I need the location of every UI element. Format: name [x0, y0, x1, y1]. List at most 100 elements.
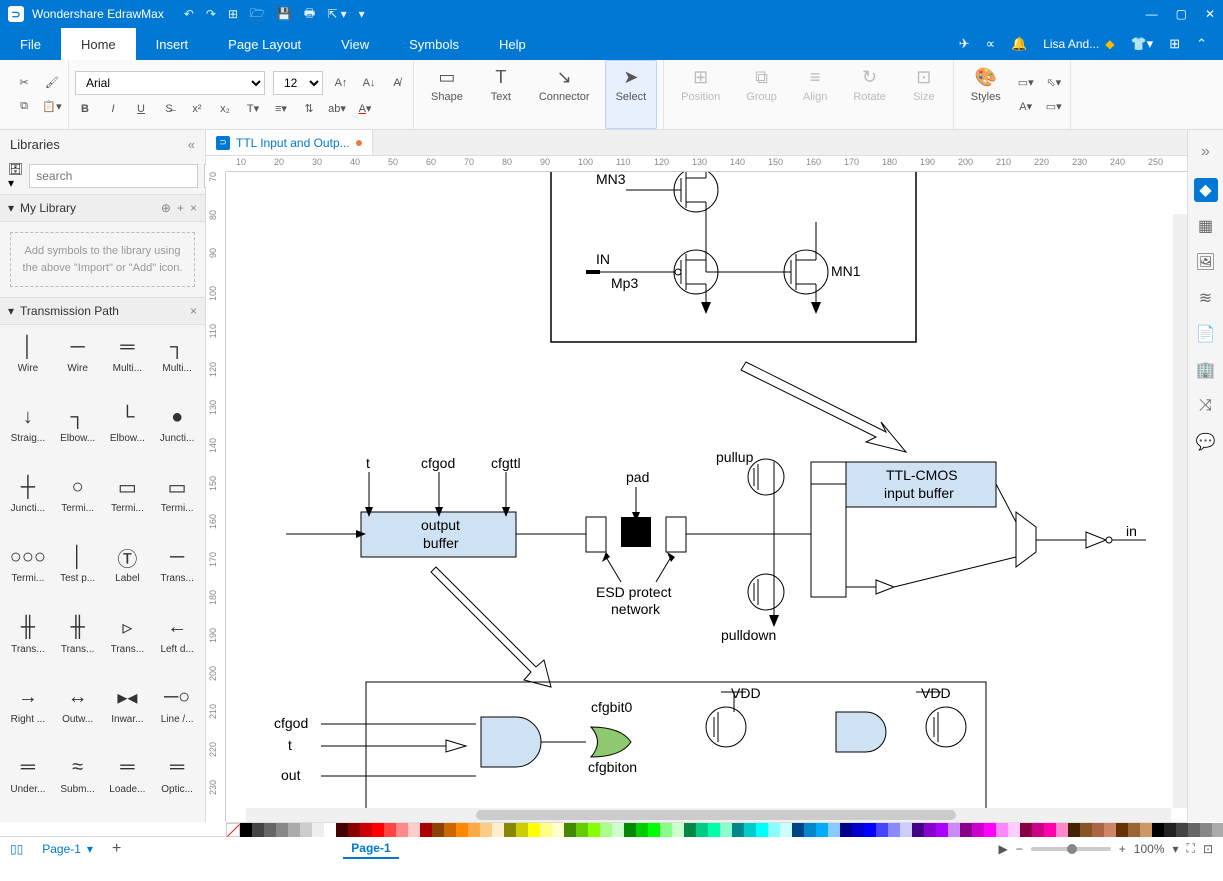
no-color[interactable] [226, 823, 240, 837]
library-item[interactable]: ─○Line /... [153, 680, 201, 748]
color-swatch[interactable] [828, 823, 840, 837]
cut-icon[interactable]: ✂ [14, 73, 34, 93]
more-icon[interactable]: ▾ [359, 7, 365, 21]
library-item[interactable]: ═Multi... [104, 329, 152, 397]
zoom-in-button[interactable]: + [1119, 842, 1126, 856]
gray-swatch[interactable] [1200, 823, 1212, 837]
color-swatch[interactable] [996, 823, 1008, 837]
select-tool[interactable]: ➤Select [605, 60, 658, 129]
color-swatch[interactable] [312, 823, 324, 837]
gray-swatch[interactable] [1188, 823, 1200, 837]
open-icon[interactable]: 🗁 [250, 4, 265, 25]
library-item[interactable]: ╫Trans... [4, 610, 52, 678]
fill-icon[interactable]: ▭▾ [1016, 73, 1036, 93]
font-family-select[interactable]: Arial [75, 71, 265, 95]
color-swatch[interactable] [768, 823, 780, 837]
color-swatch[interactable] [240, 823, 252, 837]
color-swatch[interactable] [360, 823, 372, 837]
clipart-icon[interactable]: 🏢 [1194, 358, 1218, 382]
library-item[interactable]: ▹Trans... [104, 610, 152, 678]
color-swatch[interactable] [600, 823, 612, 837]
color-swatch[interactable] [516, 823, 528, 837]
menu-tab-symbols[interactable]: Symbols [389, 28, 479, 60]
color-swatch[interactable] [1056, 823, 1068, 837]
undo-icon[interactable]: ↶ [184, 7, 194, 21]
zoom-slider[interactable] [1031, 847, 1111, 851]
italic-icon[interactable]: I [103, 99, 123, 119]
color-swatch[interactable] [984, 823, 996, 837]
export-icon[interactable]: ⇱ ▾ [327, 7, 346, 21]
vertical-scrollbar[interactable] [1173, 214, 1187, 808]
color-swatch[interactable] [648, 823, 660, 837]
collapse-ribbon-icon[interactable]: ⌃ [1196, 36, 1207, 52]
redo-icon[interactable]: ↷ [206, 7, 216, 21]
library-select-icon[interactable]: 🗄▾ [8, 162, 23, 190]
grid-icon[interactable]: ▦ [1194, 214, 1218, 238]
color-swatch[interactable] [1008, 823, 1020, 837]
theme-icon[interactable]: ◆ [1194, 178, 1218, 202]
zoom-out-button[interactable]: − [1016, 842, 1023, 856]
collapse-left-icon[interactable]: « [188, 137, 195, 152]
strike-icon[interactable]: S̶ [159, 99, 179, 119]
image-icon[interactable]: 🖼 [1194, 250, 1218, 274]
color-swatch[interactable] [972, 823, 984, 837]
color-swatch[interactable] [528, 823, 540, 837]
color-swatch[interactable] [960, 823, 972, 837]
library-item[interactable]: ╫Trans... [54, 610, 102, 678]
library-item[interactable]: ●Juncti... [153, 399, 201, 467]
fullscreen-icon[interactable]: ⊡ [1203, 842, 1213, 856]
color-swatch[interactable] [252, 823, 264, 837]
color-swatch[interactable] [1116, 823, 1128, 837]
color-swatch[interactable] [384, 823, 396, 837]
highlight-icon[interactable]: ab▾ [327, 99, 347, 119]
library-item[interactable]: →Right ... [4, 680, 52, 748]
drawing-canvas[interactable]: MN3 IN Mp3 MN1 [226, 172, 1187, 822]
layers-icon[interactable]: ≋ [1194, 286, 1218, 310]
connector-tool[interactable]: ↘Connector [528, 60, 601, 129]
tshirt-icon[interactable]: 👕▾ [1130, 36, 1153, 52]
library-item[interactable]: ↔Outw... [54, 680, 102, 748]
color-swatch[interactable] [1020, 823, 1032, 837]
color-swatch[interactable] [1104, 823, 1116, 837]
color-swatch[interactable] [816, 823, 828, 837]
library-item[interactable]: ▸◂Inwar... [104, 680, 152, 748]
format-painter-icon[interactable]: 🖌 [42, 73, 62, 93]
color-swatch[interactable] [456, 823, 468, 837]
library-item[interactable]: ─Trans... [153, 539, 201, 607]
color-swatch[interactable] [348, 823, 360, 837]
text-tool[interactable]: TText [478, 60, 524, 129]
color-swatch[interactable] [1092, 823, 1104, 837]
gray-swatch[interactable] [1212, 823, 1223, 837]
library-item[interactable]: ○○○Termi... [4, 539, 52, 607]
increase-font-icon[interactable]: A↑ [331, 73, 351, 93]
color-swatch[interactable] [276, 823, 288, 837]
library-item[interactable]: ↓Straig... [4, 399, 52, 467]
user-menu[interactable]: Lisa And... ◆ [1043, 37, 1114, 51]
color-swatch[interactable] [1068, 823, 1080, 837]
library-item[interactable]: └Elbow... [104, 399, 152, 467]
subscript-icon[interactable]: x₂ [215, 99, 235, 119]
color-swatch[interactable] [504, 823, 516, 837]
color-swatch[interactable] [444, 823, 456, 837]
color-swatch[interactable] [936, 823, 948, 837]
case-icon[interactable]: T▾ [243, 99, 263, 119]
color-swatch[interactable] [588, 823, 600, 837]
expand-right-icon[interactable]: » [1201, 138, 1210, 166]
transmission-header[interactable]: ▾Transmission Path × [0, 297, 205, 325]
color-swatch[interactable] [408, 823, 420, 837]
library-item[interactable]: ←Left d... [153, 610, 201, 678]
close-lib-icon[interactable]: × [190, 201, 197, 215]
color-swatch[interactable] [420, 823, 432, 837]
color-swatch[interactable] [756, 823, 768, 837]
library-item[interactable]: ▭Termi... [104, 469, 152, 537]
color-swatch[interactable] [888, 823, 900, 837]
minimize-button[interactable]: — [1146, 7, 1158, 21]
library-item[interactable]: │Wire [4, 329, 52, 397]
library-item[interactable]: ─Wire [54, 329, 102, 397]
view-mode-icon[interactable]: ▯▯ [10, 842, 23, 856]
fit-page-icon[interactable]: ⛶ [1187, 841, 1195, 856]
paste-icon[interactable]: 📋▾ [42, 97, 62, 117]
color-swatch[interactable] [804, 823, 816, 837]
page-tab[interactable]: Page-1 [343, 839, 398, 859]
document-tab[interactable]: ⊃ TTL Input and Outp... [206, 130, 373, 155]
